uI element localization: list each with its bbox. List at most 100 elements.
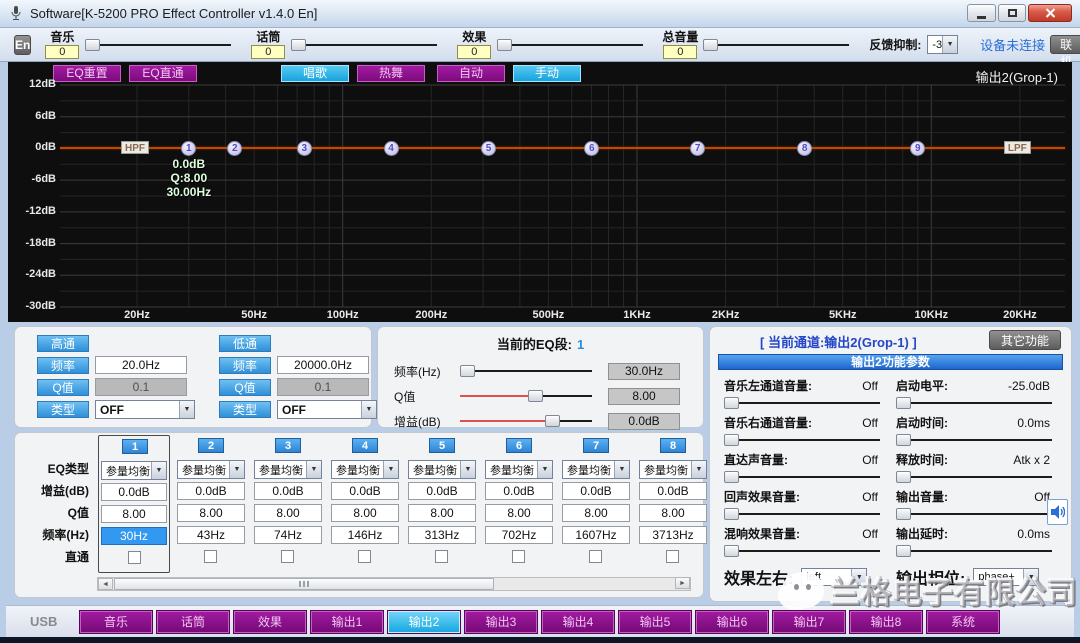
slider-thumb[interactable] (724, 545, 739, 557)
eq-point-3[interactable]: 3 (297, 141, 312, 156)
eq-point-7[interactable]: 7 (690, 141, 705, 156)
band-param-slider[interactable] (460, 362, 592, 380)
band-number-button[interactable]: 8 (660, 438, 686, 453)
band-number-button[interactable]: 7 (583, 438, 609, 453)
band-q-field[interactable]: 8.00 (177, 504, 245, 522)
highpass-type-select[interactable]: OFF ▼ (95, 400, 195, 419)
minimize-button[interactable] (967, 4, 996, 22)
slider-thumb[interactable] (724, 508, 739, 520)
band-number-button[interactable]: 4 (352, 438, 378, 453)
tab-话筒[interactable]: 话筒 (157, 611, 229, 633)
band-param-value[interactable]: 30.0Hz (608, 363, 680, 380)
feedback-suppression-select[interactable]: -3 ▼ (927, 35, 958, 54)
tab-输出1[interactable]: 输出1 (311, 611, 383, 633)
band-type-select[interactable]: 参量均衡▼ (254, 460, 322, 479)
param-slider[interactable] (724, 468, 880, 486)
slider-thumb[interactable] (497, 39, 512, 51)
band-q-field[interactable]: 8.00 (639, 504, 707, 522)
slider-thumb[interactable] (724, 471, 739, 483)
scroll-right-arrow[interactable]: ► (675, 577, 690, 589)
speaker-button[interactable] (1047, 499, 1068, 525)
slider-thumb[interactable] (291, 39, 306, 51)
band-number-button[interactable]: 1 (122, 439, 148, 454)
slider-thumb[interactable] (703, 39, 718, 51)
param-slider[interactable] (724, 394, 880, 412)
scroll-thumb[interactable] (114, 578, 494, 590)
volume-value-field[interactable]: 0 (45, 45, 79, 59)
hpf-marker[interactable]: HPF (121, 141, 149, 154)
band-q-field[interactable]: 8.00 (408, 504, 476, 522)
band-freq-field[interactable]: 3713Hz (639, 526, 707, 544)
band-bypass-checkbox[interactable] (666, 550, 679, 563)
tab-效果[interactable]: 效果 (234, 611, 306, 633)
band-param-value[interactable]: 8.00 (608, 388, 680, 405)
graph-button-4[interactable]: 热舞 (357, 65, 425, 82)
scroll-left-arrow[interactable]: ◄ (98, 578, 113, 590)
other-functions-button[interactable]: 其它功能 (989, 330, 1061, 350)
slider-thumb[interactable] (896, 471, 911, 483)
eq-point-5[interactable]: 5 (481, 141, 496, 156)
slider-thumb[interactable] (460, 365, 475, 377)
param-slider[interactable] (724, 431, 880, 449)
band-bypass-checkbox[interactable] (589, 550, 602, 563)
band-bypass-checkbox[interactable] (358, 550, 371, 563)
band-gain-field[interactable]: 0.0dB (639, 482, 707, 500)
graph-button-6[interactable]: 手动 (513, 65, 581, 82)
band-freq-field[interactable]: 313Hz (408, 526, 476, 544)
graph-button-2[interactable]: EQ直通 (129, 65, 197, 82)
band-gain-field[interactable]: 0.0dB (177, 482, 245, 500)
band-number-button[interactable]: 5 (429, 438, 455, 453)
eq-point-8[interactable]: 8 (797, 141, 812, 156)
param-slider[interactable] (896, 468, 1052, 486)
band-number-button[interactable]: 6 (506, 438, 532, 453)
param-slider[interactable] (896, 431, 1052, 449)
band-param-slider[interactable] (460, 387, 592, 405)
volume-slider[interactable] (703, 36, 849, 54)
band-q-field[interactable]: 8.00 (101, 505, 167, 523)
band-bypass-checkbox[interactable] (128, 551, 141, 564)
slider-thumb[interactable] (724, 397, 739, 409)
param-slider[interactable] (896, 505, 1052, 523)
slider-thumb[interactable] (528, 390, 543, 402)
tab-输出3[interactable]: 输出3 (465, 611, 537, 633)
graph-button-3[interactable]: 唱歌 (281, 65, 349, 82)
tab-系统[interactable]: 系统 (927, 611, 999, 633)
band-gain-field[interactable]: 0.0dB (254, 482, 322, 500)
slider-thumb[interactable] (896, 397, 911, 409)
connect-button[interactable]: 联机 (1050, 35, 1080, 54)
band-type-select[interactable]: 参量均衡▼ (639, 460, 707, 479)
tab-输出5[interactable]: 输出5 (619, 611, 691, 633)
volume-value-field[interactable]: 0 (251, 45, 285, 59)
band-bypass-checkbox[interactable] (435, 550, 448, 563)
band-number-button[interactable]: 2 (198, 438, 224, 453)
volume-value-field[interactable]: 0 (663, 45, 697, 59)
slider-thumb[interactable] (545, 415, 560, 427)
band-type-select[interactable]: 参量均衡▼ (331, 460, 399, 479)
tab-输出4[interactable]: 输出4 (542, 611, 614, 633)
band-q-field[interactable]: 8.00 (254, 504, 322, 522)
band-freq-field[interactable]: 43Hz (177, 526, 245, 544)
band-type-select[interactable]: 参量均衡▼ (177, 460, 245, 479)
band-gain-field[interactable]: 0.0dB (408, 482, 476, 500)
band-type-select[interactable]: 参量均衡▼ (408, 460, 476, 479)
param-select[interactable]: phase+▼ (973, 568, 1039, 586)
param-slider[interactable] (896, 394, 1052, 412)
band-type-select[interactable]: 参量均衡▼ (562, 460, 630, 479)
band-freq-field[interactable]: 30Hz (101, 527, 167, 545)
band-q-field[interactable]: 8.00 (562, 504, 630, 522)
table-scrollbar[interactable]: ◄ ► (97, 577, 691, 591)
slider-thumb[interactable] (85, 39, 100, 51)
band-type-select[interactable]: 参量均衡▼ (485, 460, 553, 479)
slider-thumb[interactable] (896, 508, 911, 520)
tab-音乐[interactable]: 音乐 (80, 611, 152, 633)
band-freq-field[interactable]: 74Hz (254, 526, 322, 544)
graph-button-1[interactable]: EQ重置 (53, 65, 121, 82)
lowpass-freq-field[interactable]: 20000.0Hz (277, 356, 369, 374)
band-freq-field[interactable]: 702Hz (485, 526, 553, 544)
tab-输出8[interactable]: 输出8 (850, 611, 922, 633)
param-slider[interactable] (724, 542, 880, 560)
param-select[interactable]: left▼ (801, 568, 867, 586)
tab-输出2[interactable]: 输出2 (388, 611, 460, 633)
band-freq-field[interactable]: 1607Hz (562, 526, 630, 544)
volume-slider[interactable] (497, 36, 643, 54)
